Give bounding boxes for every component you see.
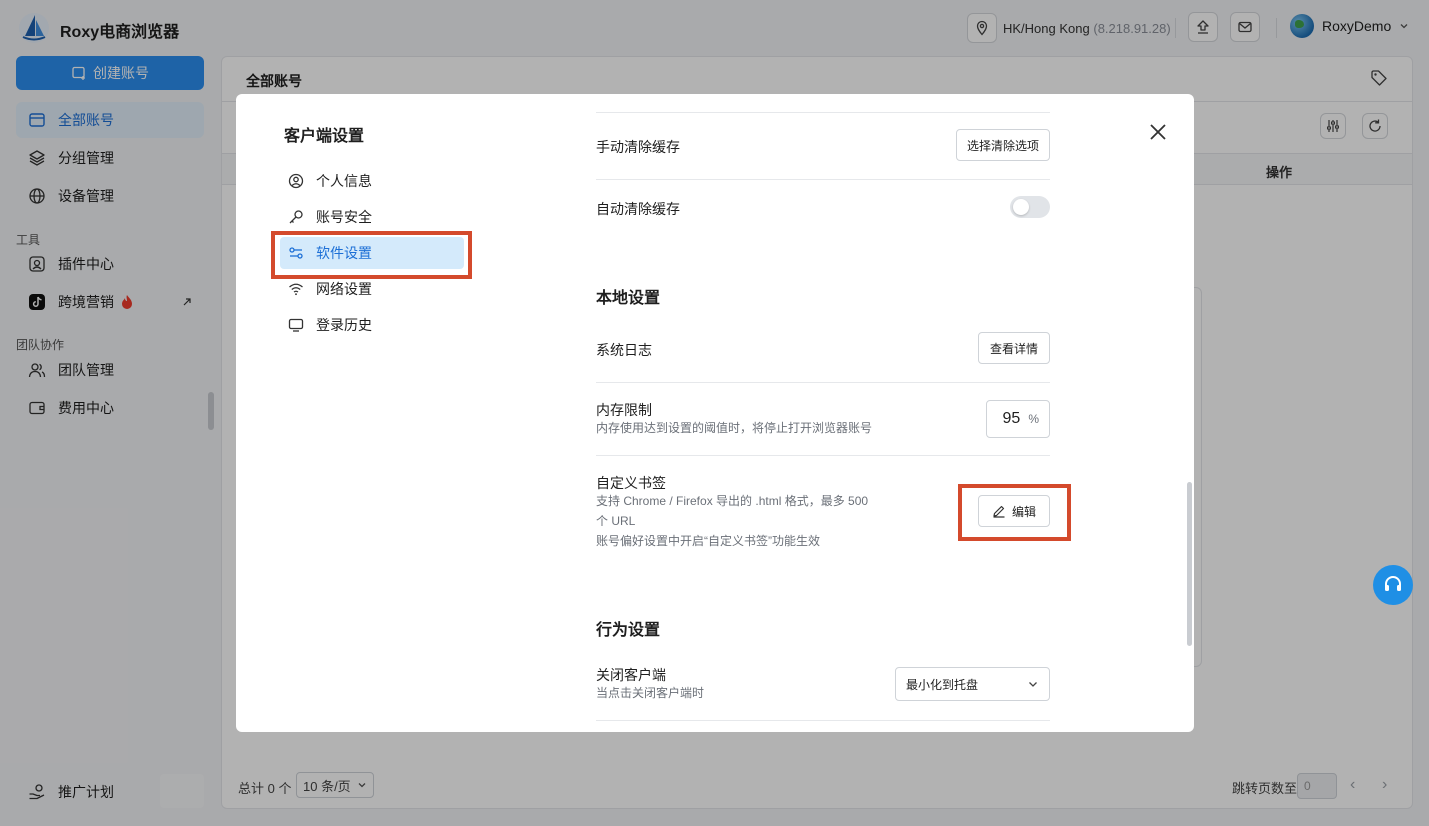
settings-nav-security[interactable]: 账号安全 (280, 201, 464, 233)
settings-content: 手动清除缓存 选择清除选项 自动清除缓存 本地设置 系统日志 查看详情 内存限制… (596, 94, 1071, 732)
system-log-label: 系统日志 (596, 342, 652, 358)
auto-cache-label: 自动清除缓存 (596, 201, 680, 217)
settings-nav-profile[interactable]: 个人信息 (280, 165, 464, 197)
chevron-down-icon (1029, 682, 1037, 687)
clear-cache-options-button[interactable]: 选择清除选项 (956, 129, 1050, 161)
bookmarks-label: 自定义书签 (596, 475, 666, 491)
settings-nav-login-history[interactable]: 登录历史 (280, 309, 464, 341)
close-client-select[interactable]: 最小化到托盘 (895, 667, 1050, 701)
divider (596, 455, 1050, 456)
bookmarks-desc-line3: 账号偏好设置中开启“自定义书签”功能生效 (596, 534, 820, 548)
memory-limit-label: 内存限制 (596, 402, 652, 418)
close-client-label: 关闭客户端 (596, 667, 666, 683)
highlight-box (271, 231, 472, 279)
close-icon (1150, 124, 1166, 140)
bookmarks-desc-line2: 个 URL (596, 514, 636, 528)
auto-clear-cache-toggle[interactable] (1010, 196, 1050, 218)
support-button[interactable] (1373, 565, 1413, 605)
bookmarks-desc-line1: 支持 Chrome / Firefox 导出的 .html 格式，最多 500 (596, 494, 869, 508)
close-client-desc: 当点击关闭客户端时 (596, 686, 705, 700)
close-button[interactable] (1146, 120, 1170, 144)
wifi-icon (289, 283, 303, 296)
divider (596, 112, 1050, 113)
divider (596, 720, 1050, 721)
user-circle-icon (288, 173, 304, 189)
memory-limit-input[interactable]: 95 % (986, 400, 1050, 438)
memory-limit-desc: 内存使用达到设置的阈值时，将停止打开浏览器账号 (596, 421, 873, 435)
divider (596, 179, 1050, 180)
key-icon (289, 210, 303, 224)
divider (596, 382, 1050, 383)
view-details-button[interactable]: 查看详情 (978, 332, 1050, 364)
headset-icon (1385, 576, 1401, 591)
highlight-box (958, 484, 1071, 541)
local-settings-heading: 本地设置 (596, 290, 661, 307)
monitor-icon (288, 318, 304, 332)
behavior-settings-heading: 行为设置 (596, 622, 661, 639)
manual-cache-label: 手动清除缓存 (596, 139, 680, 155)
dialog-title: 客户端设置 (284, 128, 365, 145)
dialog-scrollbar[interactable] (1187, 482, 1192, 646)
client-settings-dialog: 客户端设置 个人信息 账号安全 软件设置 网络设置 登录历史 手动清除缓存 选择… (236, 94, 1194, 732)
